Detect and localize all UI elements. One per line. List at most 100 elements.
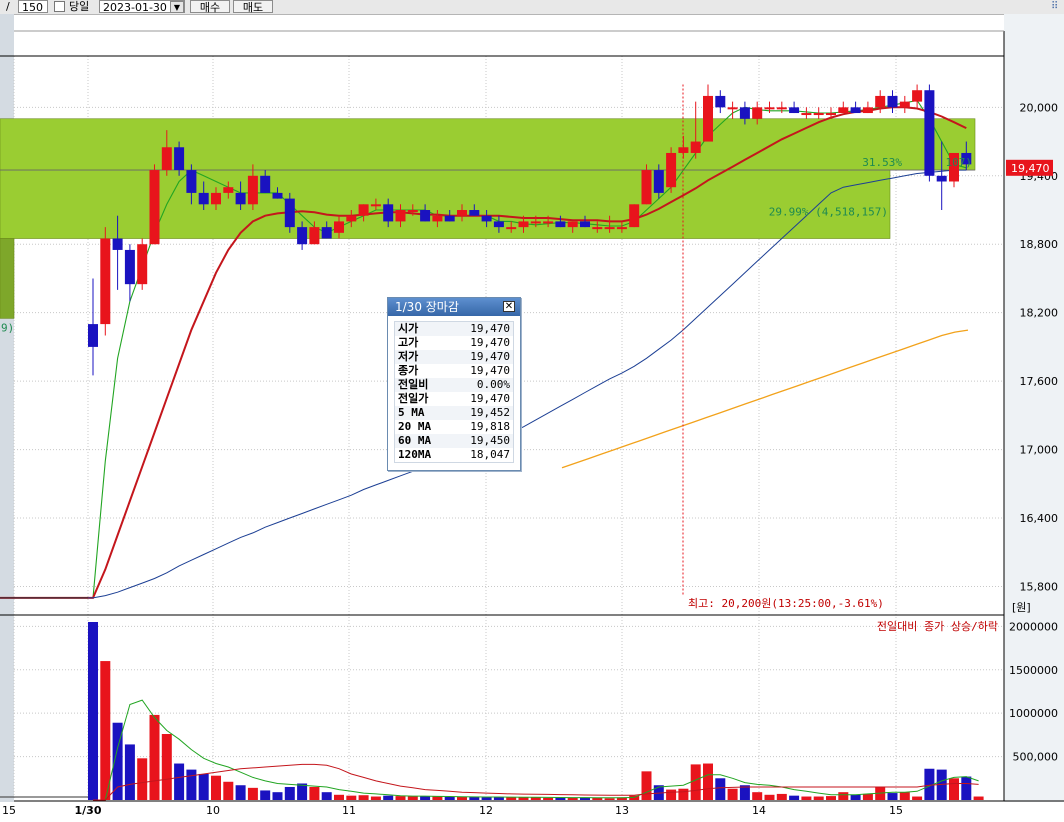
candle-body — [88, 324, 98, 347]
price-unit-label: [원] — [1012, 601, 1031, 614]
candle-body — [420, 210, 431, 222]
zone-upper-label-tail: 107) — [946, 156, 973, 169]
popup-row-value: 18,047 — [470, 448, 510, 461]
candle-body — [198, 192, 209, 205]
volume-bar — [912, 796, 923, 800]
popup-title-bar[interactable]: 1/30 장마감 ✕ — [388, 298, 520, 316]
volume-bar — [247, 787, 258, 800]
time-tick-label: 11 — [342, 804, 356, 817]
candle-body — [530, 221, 541, 224]
zone-upper-label: 31.53% — [862, 156, 902, 169]
popup-row: 저가 19,470 — [395, 350, 513, 364]
popup-row-value: 0.00% — [476, 378, 510, 391]
candle-body — [235, 192, 246, 205]
price-zone — [0, 238, 15, 319]
popup-row-value: 19,470 — [470, 392, 510, 405]
candle-body — [211, 192, 221, 205]
volume-bar — [604, 798, 615, 800]
price-tick-label: 16,400 — [1020, 512, 1059, 525]
popup-row-value: 19,818 — [470, 420, 510, 433]
candle-body — [223, 187, 234, 193]
popup-row-value: 19,470 — [470, 364, 510, 377]
volume-bar — [776, 793, 787, 800]
candle-body — [912, 90, 923, 102]
candle-body — [690, 141, 701, 153]
candle-body — [776, 107, 787, 110]
candle-body — [616, 227, 627, 230]
popup-row-label: 시가 — [398, 322, 419, 335]
volume-bar — [260, 790, 271, 800]
volume-tick-label: 1000000 — [1009, 707, 1058, 720]
volume-bar — [432, 796, 443, 800]
candle-body — [457, 210, 467, 216]
popup-row-value: 19,470 — [470, 350, 510, 363]
candle-body — [653, 170, 664, 193]
volume-bar — [198, 773, 209, 800]
candle-body — [739, 107, 750, 119]
volume-bar — [752, 792, 763, 800]
volume-bar — [949, 778, 959, 800]
price-tick-label: 17,000 — [1020, 444, 1059, 457]
popup-row-label: 종가 — [398, 364, 419, 377]
volume-bar — [801, 796, 812, 800]
volume-bar — [297, 783, 308, 800]
volume-bar — [899, 792, 910, 800]
volume-bar — [88, 622, 98, 800]
volume-bar — [850, 794, 861, 800]
candle-body — [813, 113, 824, 116]
price-tick-label: 18,200 — [1020, 307, 1059, 320]
volume-bar — [161, 734, 172, 800]
candle-body — [383, 204, 394, 222]
candle-body — [124, 249, 135, 285]
popup-row: 고가 19,470 — [395, 336, 513, 350]
high-label: 최고: 20,200원(13:25:00,-3.61%) — [688, 597, 884, 610]
candle-body — [555, 221, 566, 228]
popup-row-value: 19,450 — [470, 434, 510, 447]
candlestick-chart: 최고: 20,200원(13:25:00,-3.61%) 전일대비 종가 상승/하… — [0, 14, 1064, 817]
volume-bar — [321, 792, 332, 800]
candle-body — [334, 221, 344, 233]
candle-body — [580, 221, 590, 228]
volume-bar — [124, 744, 135, 800]
current-price-tag-label: 19,470 — [1011, 162, 1050, 175]
volume-bar — [137, 758, 148, 800]
volume-bar — [690, 764, 701, 800]
volume-bar — [370, 796, 381, 800]
close-icon[interactable]: ✕ — [503, 301, 515, 312]
candle-body — [407, 210, 418, 213]
price-tick-label: 18,800 — [1020, 238, 1059, 251]
candle-body — [666, 152, 677, 188]
volume-bar — [838, 792, 849, 800]
volume-bar — [666, 789, 677, 800]
candle-body — [346, 215, 357, 222]
volume-bar — [358, 795, 369, 800]
candle-body — [629, 204, 640, 228]
volume-bar — [973, 796, 984, 800]
volume-bar — [703, 763, 713, 800]
candle-body — [703, 95, 713, 142]
popup-row-value: 19,470 — [470, 322, 510, 335]
candle-body — [567, 221, 578, 228]
popup-row-label: 전일비 — [398, 378, 429, 391]
popup-row-label: 전일가 — [398, 392, 429, 405]
popup-row: 20 MA 19,818 — [395, 420, 513, 434]
candle-body — [862, 107, 873, 114]
volume-bar — [100, 661, 111, 800]
popup-row-label: 120MA — [398, 448, 432, 461]
info-popup[interactable]: 1/30 장마감 ✕ 시가 19,470 고가 19,470 저가 19,470 종가 19,… — [387, 297, 521, 471]
volume-bar — [567, 797, 578, 800]
popup-row-label: 저가 — [398, 350, 419, 363]
candle-body — [321, 227, 332, 239]
volume-bar — [235, 785, 246, 800]
time-tick-label: 10 — [206, 804, 220, 817]
time-tick-label: 14 — [752, 804, 766, 817]
popup-row: 전일가 19,470 — [395, 392, 513, 406]
candle-body — [936, 175, 947, 182]
right-axis-panel — [1004, 14, 1064, 802]
volume-bar — [149, 714, 160, 800]
volume-bar — [789, 795, 800, 800]
volume-bar — [506, 797, 517, 800]
volume-bar — [715, 778, 726, 800]
time-tick-label: 13 — [615, 804, 629, 817]
volume-bar — [186, 769, 197, 800]
